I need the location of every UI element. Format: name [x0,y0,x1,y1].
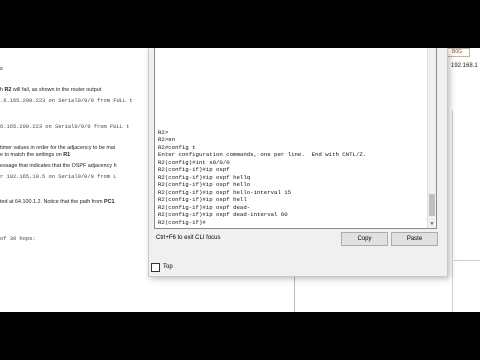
doc-line: essage that indicates that the OSPF adja… [0,163,117,169]
doc-code-line: .6.165.200.223 on Serial0/0/0 from FULL … [0,98,133,104]
top-label: Top [163,264,173,270]
cli-line: R2(config-if)#ip ospf [158,166,230,173]
cli-line: R2(config-if)#ip ospf dead-interval 60 [158,211,288,218]
cli-line: R2> [158,128,169,136]
top-checkbox[interactable] [151,262,160,272]
cli-line: R2(config-if)#ip ospf hellq [158,173,251,181]
paste-button[interactable]: Paste [391,232,438,246]
doc-code-line: 6.165.200.223 on Serial0/0/0 from FULL t [0,124,130,130]
ip-label: 192.168.1 [451,63,478,69]
doc-code-line: r 192.165.10.5 on Serial0/0/0 from L [0,174,117,180]
cli-line: Enter configuration commands, one per li… [158,151,367,158]
cli-terminal[interactable]: R2> R2>en R2#config t Enter configuration c… [154,48,437,229]
cli-line: R2>en [158,136,176,143]
doc-line: ted at 64.100.1.2. Notice that the path … [0,199,115,205]
cli-line: R2(config-if)#ip ospf hell [158,196,247,203]
doc-line: h R2 will fail, as shown in the router o… [0,87,102,93]
topology-link [454,260,480,261]
cli-line: R2(config)#int s0/0/0 [158,158,230,166]
cli-output: R2> R2>en R2#config t Enter configuration c… [158,129,426,227]
topology-canvas: B0G 192.168.1 [444,48,480,312]
cli-line: R2#config t [158,143,196,151]
cli-line: R2(config-if)#ip ospf hello [158,181,251,188]
top-option[interactable]: Top [151,262,173,272]
doc-code-line: of 30 hops: [0,236,36,242]
cli-focus-hint: Ctrl+F6 to exit CLI focus [156,235,221,241]
cli-line: R2(config-if)#ip ospf hello-interval 15 [158,188,292,196]
doc-line: s [0,66,3,72]
doc-line: timer values in order for the adjacency … [0,145,116,151]
cli-line: R2(config-if)#ip ospf dead- [158,203,251,211]
copy-button[interactable]: Copy [341,232,388,246]
terminal-scrollbar[interactable]: ▼ [427,48,436,228]
doc-line: e to match the settings on R1 [0,152,71,158]
scroll-down-icon[interactable]: ▼ [428,220,436,228]
scrollbar-thumb[interactable] [429,194,435,216]
topology-link [452,110,453,312]
screen-area: s h R2 will fail, as shown in the router… [0,48,480,312]
router-cli-window: R2> R2>en R2#config t Enter configuration c… [148,48,448,277]
lab-instructions-document: s h R2 will fail, as shown in the router… [0,48,148,312]
cli-line: R2(config-if)# [158,218,206,226]
